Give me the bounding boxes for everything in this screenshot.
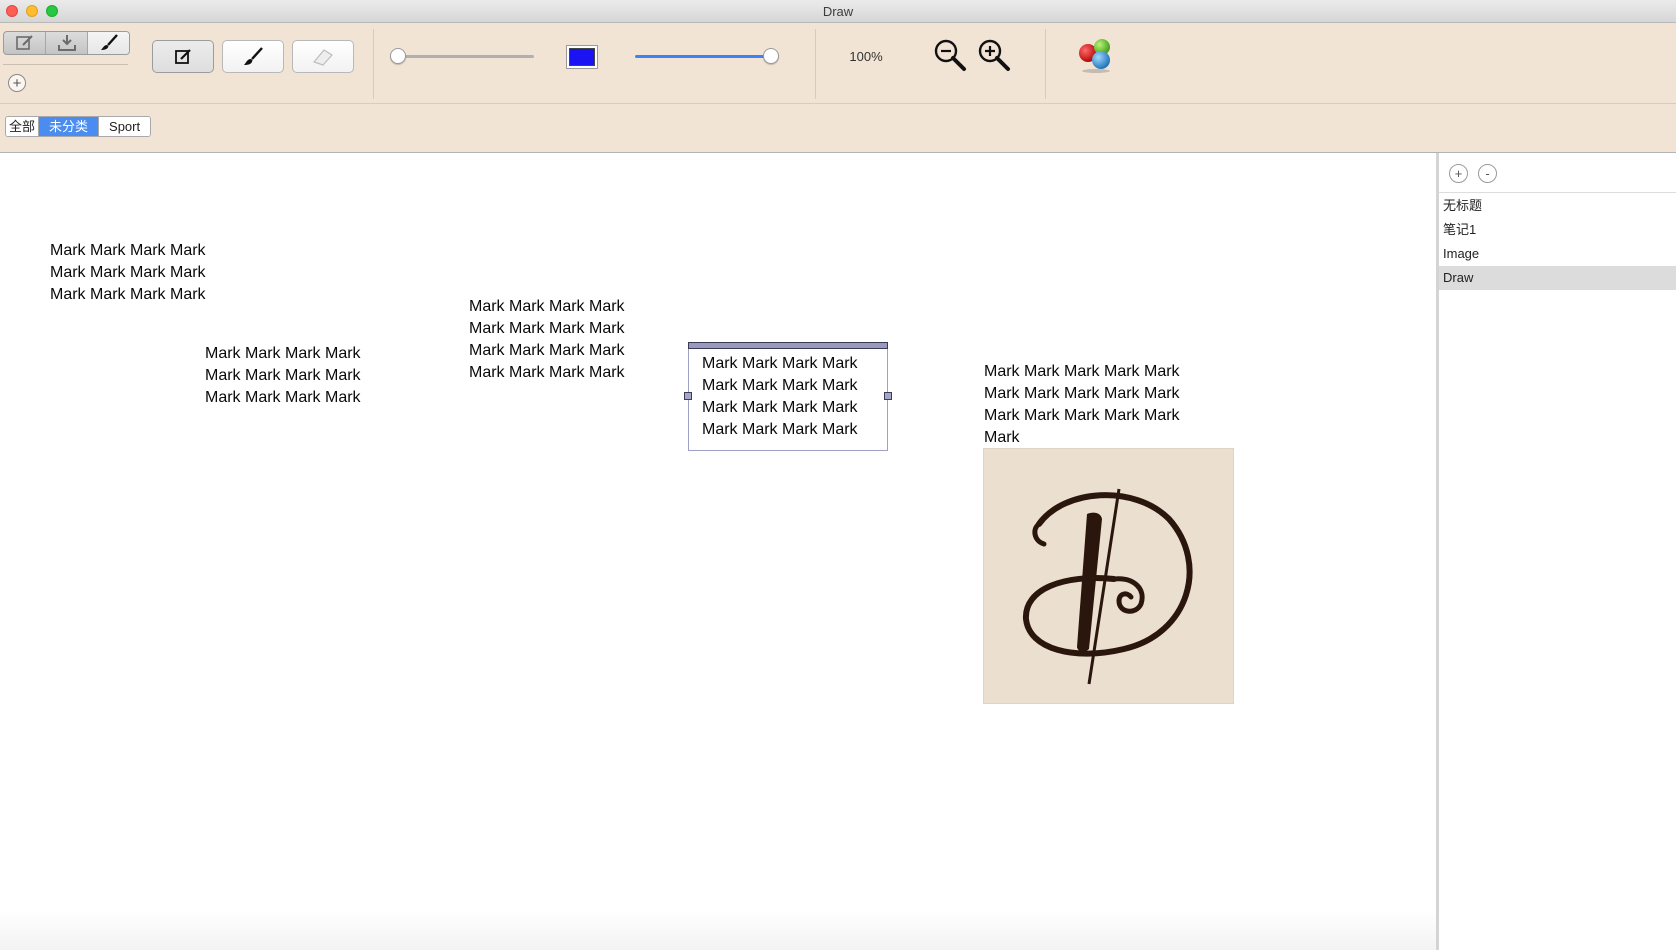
- canvas-bottom-shade: [0, 910, 1436, 950]
- colors-palette-icon[interactable]: [1076, 35, 1116, 75]
- eraser-tool-button[interactable]: [292, 40, 354, 73]
- opacity-slider[interactable]: [635, 55, 771, 58]
- brush-size-slider[interactable]: [394, 55, 534, 58]
- note-list-item[interactable]: Draw: [1439, 266, 1676, 290]
- text-box[interactable]: Mark Mark Mark Mark Mark Mark Mark Mark …: [984, 361, 1180, 449]
- note-list-item[interactable]: 笔记1: [1439, 218, 1676, 242]
- brush-icon: [100, 34, 118, 50]
- edit-mode-button[interactable]: [4, 32, 46, 54]
- selected-text-box[interactable]: Mark Mark Mark Mark Mark Mark Mark Mark …: [684, 342, 892, 451]
- note-list-item[interactable]: Image: [1439, 242, 1676, 266]
- text-tool-button[interactable]: [152, 40, 214, 73]
- zoom-out-icon[interactable]: [932, 37, 968, 73]
- edit-icon: [175, 48, 191, 64]
- drawing-canvas[interactable]: Mark Mark Mark Mark Mark Mark Mark Mark …: [0, 153, 1436, 950]
- add-note-button[interactable]: +: [1449, 164, 1468, 183]
- decorative-letter-d-image: D: [984, 449, 1193, 685]
- text-box[interactable]: Mark Mark Mark Mark Mark Mark Mark Mark …: [205, 343, 361, 409]
- add-note-button[interactable]: +: [8, 74, 26, 92]
- text-box[interactable]: Mark Mark Mark Mark Mark Mark Mark Mark …: [469, 296, 625, 384]
- resize-handle-left[interactable]: [684, 392, 692, 400]
- text-box[interactable]: Mark Mark Mark Mark Mark Mark Mark Mark …: [50, 240, 206, 306]
- category-uncategorized[interactable]: 未分类: [39, 117, 100, 136]
- notes-list: 无标题 笔记1 Image Draw: [1439, 194, 1676, 290]
- category-sport[interactable]: Sport: [99, 117, 151, 136]
- category-segmented-control: 全部 未分类 Sport: [5, 116, 152, 137]
- color-well[interactable]: [566, 45, 598, 69]
- download-icon: [57, 35, 76, 51]
- opacity-slider-knob[interactable]: [763, 48, 779, 64]
- text-box-content[interactable]: Mark Mark Mark Mark Mark Mark Mark Mark …: [702, 353, 858, 441]
- sidebar-header: + -: [1439, 153, 1676, 193]
- resize-handle-right[interactable]: [884, 392, 892, 400]
- text-box-drag-bar[interactable]: [688, 342, 888, 349]
- toolbar-separator: [1045, 29, 1046, 99]
- download-mode-button[interactable]: [46, 32, 88, 54]
- eraser-icon: [312, 48, 333, 66]
- brush-icon: [244, 46, 263, 65]
- brush-tool-button[interactable]: [222, 40, 284, 73]
- image-letter: D: [984, 449, 985, 450]
- plus-icon: +: [12, 74, 22, 92]
- toolbar-separator: [815, 29, 816, 99]
- brush-size-slider-knob[interactable]: [390, 48, 406, 64]
- remove-note-button[interactable]: -: [1478, 164, 1497, 183]
- title-bar: Draw: [0, 0, 1676, 23]
- zoom-level: 100%: [849, 49, 883, 64]
- toolbar-divider: [3, 64, 128, 65]
- category-all[interactable]: 全部: [6, 117, 40, 136]
- note-list-item[interactable]: 无标题: [1439, 194, 1676, 218]
- mode-segmented-control: [3, 31, 130, 55]
- toolbar: + 100%: [0, 23, 1676, 104]
- brush-mode-button[interactable]: [88, 32, 129, 54]
- toolbar-separator: [373, 29, 374, 99]
- image-element[interactable]: D: [983, 448, 1234, 704]
- notes-sidebar: + - 无标题 笔记1 Image Draw: [1436, 153, 1676, 950]
- zoom-in-icon[interactable]: [976, 37, 1012, 73]
- window-title: Draw: [822, 4, 854, 19]
- color-swatch: [569, 48, 595, 66]
- edit-icon: [15, 35, 33, 50]
- category-bar: 全部 未分类 Sport: [0, 104, 1676, 153]
